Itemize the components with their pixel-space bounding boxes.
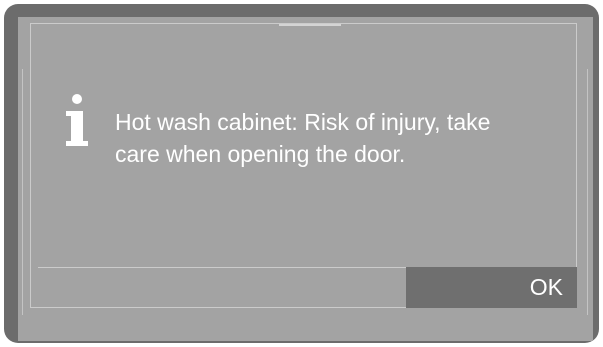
message-line-2: care when opening the door. — [115, 141, 406, 167]
screen-right-guide — [587, 69, 588, 315]
message-line-1: Hot wash cabinet: Risk of injury, take — [115, 109, 491, 135]
screen-left-guide — [22, 69, 23, 315]
dialog-divider — [38, 267, 406, 268]
display-screen: Hot wash cabinet: Risk of injury, take c… — [18, 17, 593, 341]
info-icon — [66, 94, 88, 146]
dialog-message: Hot wash cabinet: Risk of injury, take c… — [115, 106, 575, 170]
device-bezel: Hot wash cabinet: Risk of injury, take c… — [4, 4, 599, 343]
ok-button[interactable]: OK — [406, 267, 577, 308]
